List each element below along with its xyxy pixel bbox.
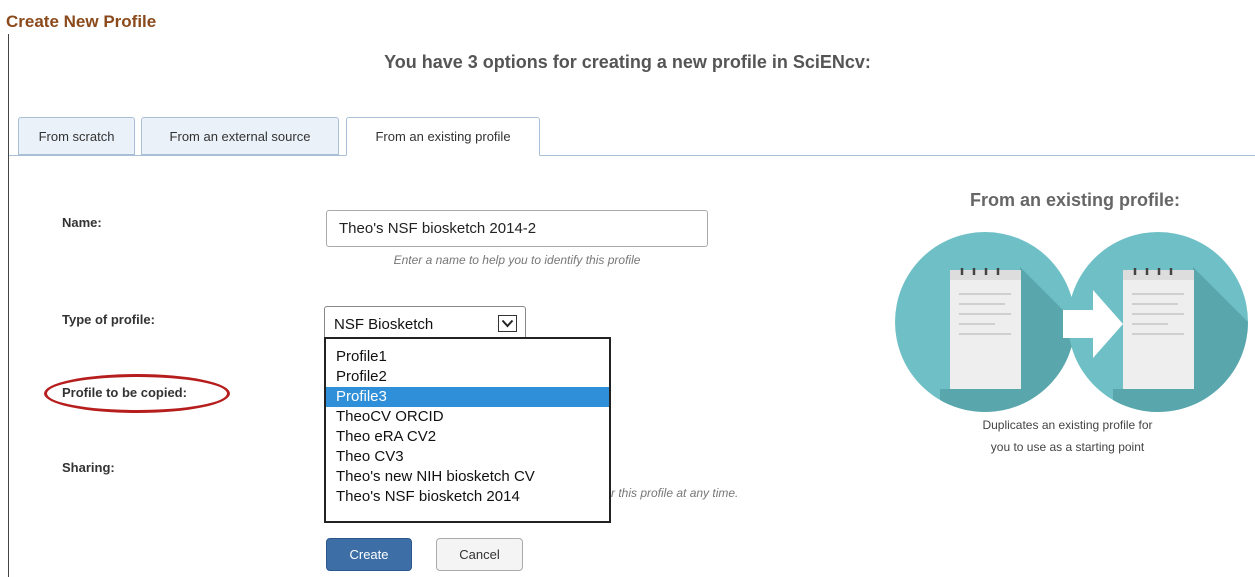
tab-divider: [9, 155, 1255, 156]
page-subtitle: You have 3 options for creating a new pr…: [384, 52, 871, 72]
name-label: Name:: [62, 215, 102, 230]
type-of-profile-label: Type of profile:: [62, 312, 155, 327]
left-border: [8, 34, 9, 577]
notepad-icon: [1123, 268, 1194, 389]
dropdown-option[interactable]: Profile1: [326, 347, 609, 367]
info-panel-description-line1: Duplicates an existing profile for: [982, 418, 1153, 432]
create-button[interactable]: Create: [326, 538, 412, 571]
dropdown-option[interactable]: TheoCV ORCID: [326, 407, 609, 427]
cancel-button[interactable]: Cancel: [436, 538, 523, 571]
sharing-hint: r this profile at any time.: [611, 486, 739, 500]
dropdown-option[interactable]: Theo eRA CV2: [326, 427, 609, 447]
dropdown-option[interactable]: Theo's NSF biosketch 2014: [326, 487, 609, 507]
info-panel-description: Duplicates an existing profile for you t…: [915, 414, 1220, 458]
highlight-oval: [44, 374, 230, 413]
profile-dropdown-list[interactable]: Profile1 Profile2 Profile3 TheoCV ORCID …: [324, 337, 611, 523]
dropdown-option[interactable]: Theo's new NIH biosketch CV: [326, 467, 609, 487]
dropdown-option[interactable]: Theo CV3: [326, 447, 609, 467]
sharing-label: Sharing:: [62, 460, 115, 475]
name-input[interactable]: [326, 210, 708, 247]
dropdown-option[interactable]: Profile2: [326, 367, 609, 387]
dropdown-option-selected[interactable]: Profile3: [326, 387, 609, 407]
notepad-icon: [950, 268, 1021, 389]
name-hint: Enter a name to help you to identify thi…: [393, 253, 641, 267]
duplicate-illustration: [895, 232, 1248, 412]
tab-from-scratch[interactable]: From scratch: [18, 117, 135, 155]
info-panel-description-line2: you to use as a starting point: [990, 440, 1145, 454]
tab-from-external-source[interactable]: From an external source: [141, 117, 339, 155]
chevron-down-icon[interactable]: [498, 315, 517, 332]
type-of-profile-value: NSF Biosketch: [334, 316, 434, 333]
tab-from-existing-profile[interactable]: From an existing profile: [346, 117, 540, 156]
info-panel-title: From an existing profile:: [969, 190, 1181, 210]
page-title: Create New Profile: [6, 12, 157, 31]
